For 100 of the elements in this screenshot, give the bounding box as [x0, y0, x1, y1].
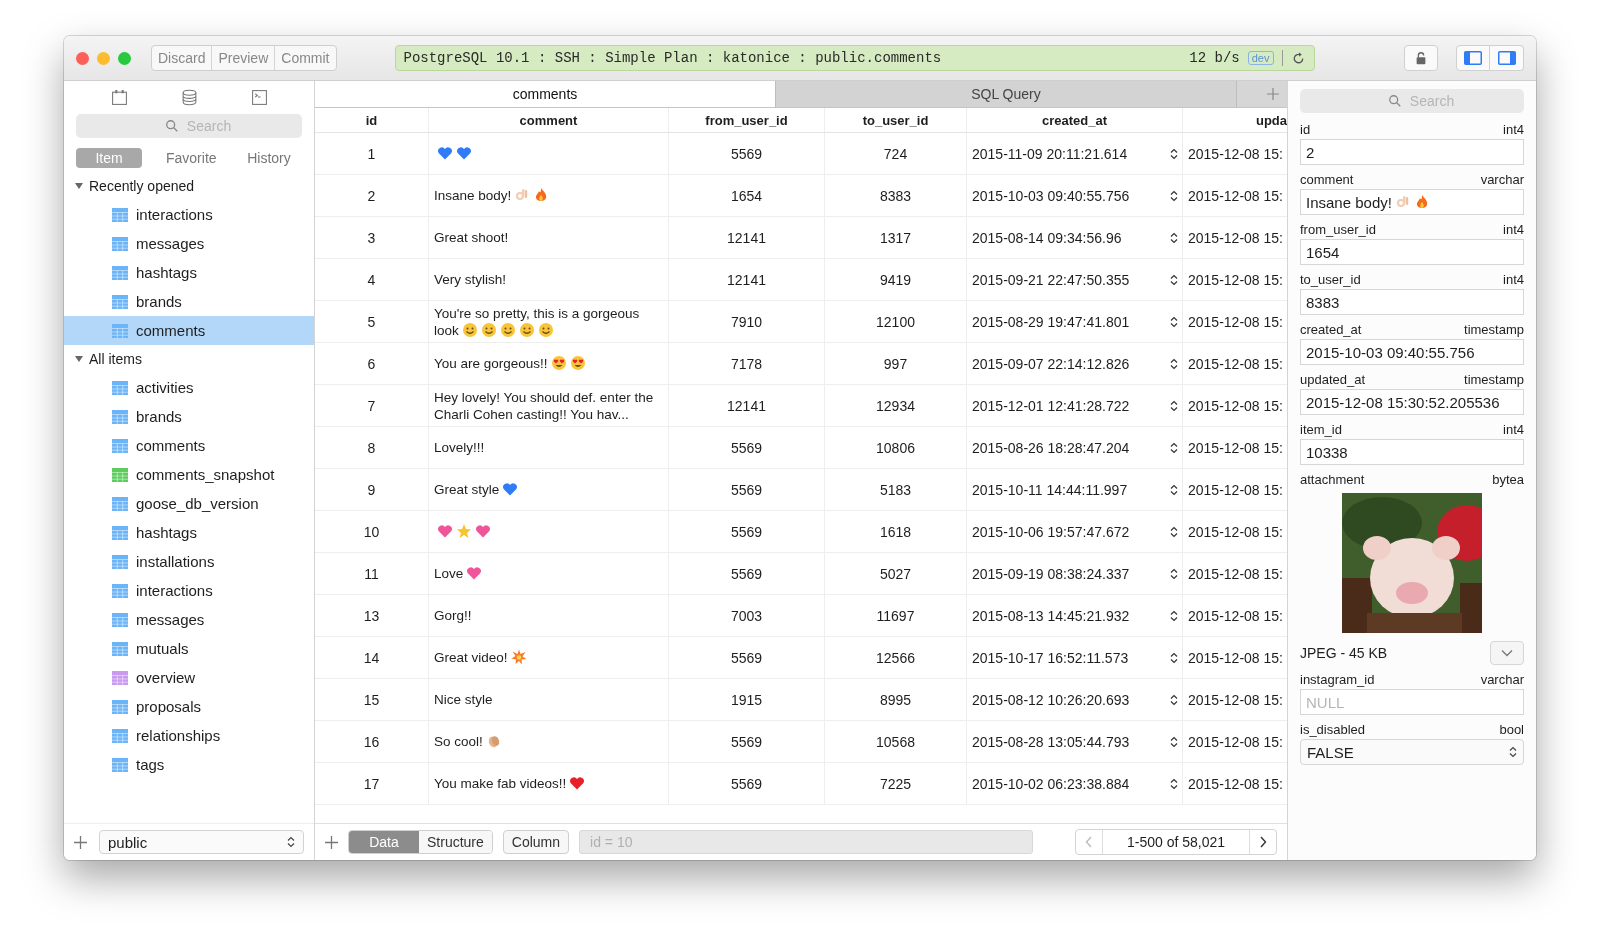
stepper-icon[interactable]: [1170, 483, 1178, 496]
table-item[interactable]: overview: [64, 663, 314, 692]
schema-select[interactable]: public: [99, 830, 304, 854]
table-cell: 8: [315, 427, 429, 468]
filter-field[interactable]: id = 10: [579, 830, 1034, 854]
left-panel-toggle[interactable]: [1456, 45, 1490, 71]
tab[interactable]: comments: [315, 81, 776, 107]
table-cell: Nice style: [429, 679, 669, 720]
value-field[interactable]: 2015-12-08 15:30:52.205536: [1300, 389, 1524, 415]
column-header[interactable]: to_user_id: [825, 108, 967, 132]
table-cell: 9419: [825, 259, 967, 300]
column-header[interactable]: id: [315, 108, 429, 132]
field-name: attachment: [1300, 471, 1365, 487]
table-item[interactable]: interactions: [64, 200, 314, 229]
table-item[interactable]: hashtags: [64, 518, 314, 547]
stepper-icon[interactable]: [1170, 189, 1178, 202]
stepper-icon[interactable]: [1170, 315, 1178, 328]
stepper-icon[interactable]: [1170, 735, 1178, 748]
stepper-icon[interactable]: [1170, 399, 1178, 412]
stepper-icon[interactable]: [1170, 231, 1178, 244]
table-item[interactable]: comments: [64, 431, 314, 460]
table-item[interactable]: brands: [64, 402, 314, 431]
stepper-icon[interactable]: [1170, 273, 1178, 286]
field-name: item_id: [1300, 421, 1342, 437]
stepper-icon[interactable]: [1170, 147, 1178, 160]
table-cell-text: 2015-12-08 15:: [1187, 228, 1284, 248]
stepper-icon[interactable]: [1170, 777, 1178, 790]
filter-tab[interactable]: Favorite: [156, 148, 222, 168]
value-field[interactable]: 2015-10-03 09:40:55.756: [1300, 339, 1524, 365]
table-item[interactable]: interactions: [64, 576, 314, 605]
field-type: bytea: [1492, 471, 1524, 487]
value-field[interactable]: 2: [1300, 139, 1524, 165]
database-icon[interactable]: [180, 89, 198, 106]
column-header[interactable]: upda: [1183, 108, 1287, 132]
table-cell-text: 2015-12-08 15:: [1187, 396, 1284, 416]
timestamp-text: 2015-09-07 22:14:12.826: [972, 355, 1130, 372]
table-item[interactable]: tags: [64, 750, 314, 779]
expanded-triangle-icon[interactable]: [74, 354, 84, 364]
column-header[interactable]: from_user_id: [669, 108, 825, 132]
timestamp-text: 2015-09-21 22:47:50.355: [972, 271, 1130, 288]
close-button[interactable]: [76, 51, 89, 65]
connection-info: PostgreSQL 10.1 : SSH : Simple Plan : katonice : public.comments: [403, 50, 943, 66]
field-name: instagram_id: [1300, 671, 1375, 687]
value-select[interactable]: FALSE: [1300, 739, 1524, 765]
column-header[interactable]: comment: [429, 108, 669, 132]
column-button[interactable]: Column: [502, 830, 570, 854]
table-item[interactable]: installations: [64, 547, 314, 576]
table-item[interactable]: messages: [64, 229, 314, 258]
section-header[interactable]: Recently opened: [64, 172, 314, 200]
table-cell: 5569: [669, 469, 825, 510]
table-item[interactable]: proposals: [64, 692, 314, 721]
field-type: int4: [1503, 121, 1524, 137]
expanded-triangle-icon[interactable]: [74, 181, 84, 191]
stepper-icon[interactable]: [1170, 441, 1178, 454]
section-header[interactable]: All items: [64, 345, 314, 373]
table-item[interactable]: comments: [64, 316, 314, 345]
value-field[interactable]: 8383: [1300, 289, 1524, 315]
table-cell-text: 2015-12-08 15:: [1187, 438, 1284, 458]
table-cell-text: 2015-12-08 15:: [1187, 270, 1284, 290]
value-field[interactable]: NULL: [1300, 689, 1524, 715]
stepper-icon[interactable]: [1170, 693, 1178, 706]
value-field[interactable]: Insane body!: [1300, 189, 1524, 215]
table-item[interactable]: mutuals: [64, 634, 314, 663]
stepper-icon[interactable]: [1170, 525, 1178, 538]
table-cell: You make fab videos!!: [429, 763, 669, 804]
stepper-icon[interactable]: [1170, 651, 1178, 664]
table-cell: You're so pretty, this is a gorgeous look: [429, 301, 669, 342]
add-icon[interactable]: [325, 835, 338, 849]
view-tab[interactable]: Structure: [419, 831, 492, 853]
lock-icon: [1414, 51, 1428, 65]
stepper-icon[interactable]: [1170, 567, 1178, 580]
stepper-icon[interactable]: [1170, 357, 1178, 370]
column-header[interactable]: created_at: [967, 108, 1183, 132]
timestamp-text: 2015-10-06 19:57:47.672: [972, 523, 1130, 540]
timestamp-text: 2015-12-01 12:41:28.722: [972, 397, 1130, 414]
heart-eyes-icon: [569, 355, 586, 371]
field-name: updated_at: [1300, 371, 1366, 387]
table-item[interactable]: brands: [64, 287, 314, 316]
table-item[interactable]: messages: [64, 605, 314, 634]
table-item[interactable]: comments_snapshot: [64, 460, 314, 489]
star-icon: [456, 523, 472, 539]
right-panel-toggle[interactable]: [1490, 45, 1524, 71]
stepper-icon[interactable]: [1170, 609, 1178, 622]
table-item[interactable]: activities: [64, 373, 314, 402]
lock-button[interactable]: [1404, 45, 1438, 71]
value-field[interactable]: 1654: [1300, 239, 1524, 265]
table-cell: 12141: [669, 259, 825, 300]
table-cell-text: 2015-12-08 15:: [1187, 354, 1284, 374]
terminal-icon[interactable]: [250, 89, 268, 106]
table-item[interactable]: goose_db_version: [64, 489, 314, 518]
filter-tab[interactable]: History: [236, 148, 302, 168]
calendar-icon[interactable]: [110, 89, 128, 106]
table-cell-text: 2015-12-08 15:: [1187, 480, 1284, 500]
value-field[interactable]: 10338: [1300, 439, 1524, 465]
dropdown-button[interactable]: [1490, 641, 1524, 665]
table-cell: You are gorgeous!!: [429, 343, 669, 384]
timestamp-text: 2015-08-12 10:26:20.693: [972, 691, 1130, 708]
table-item[interactable]: relationships: [64, 721, 314, 750]
add-icon[interactable]: [74, 835, 87, 849]
table-item[interactable]: hashtags: [64, 258, 314, 287]
